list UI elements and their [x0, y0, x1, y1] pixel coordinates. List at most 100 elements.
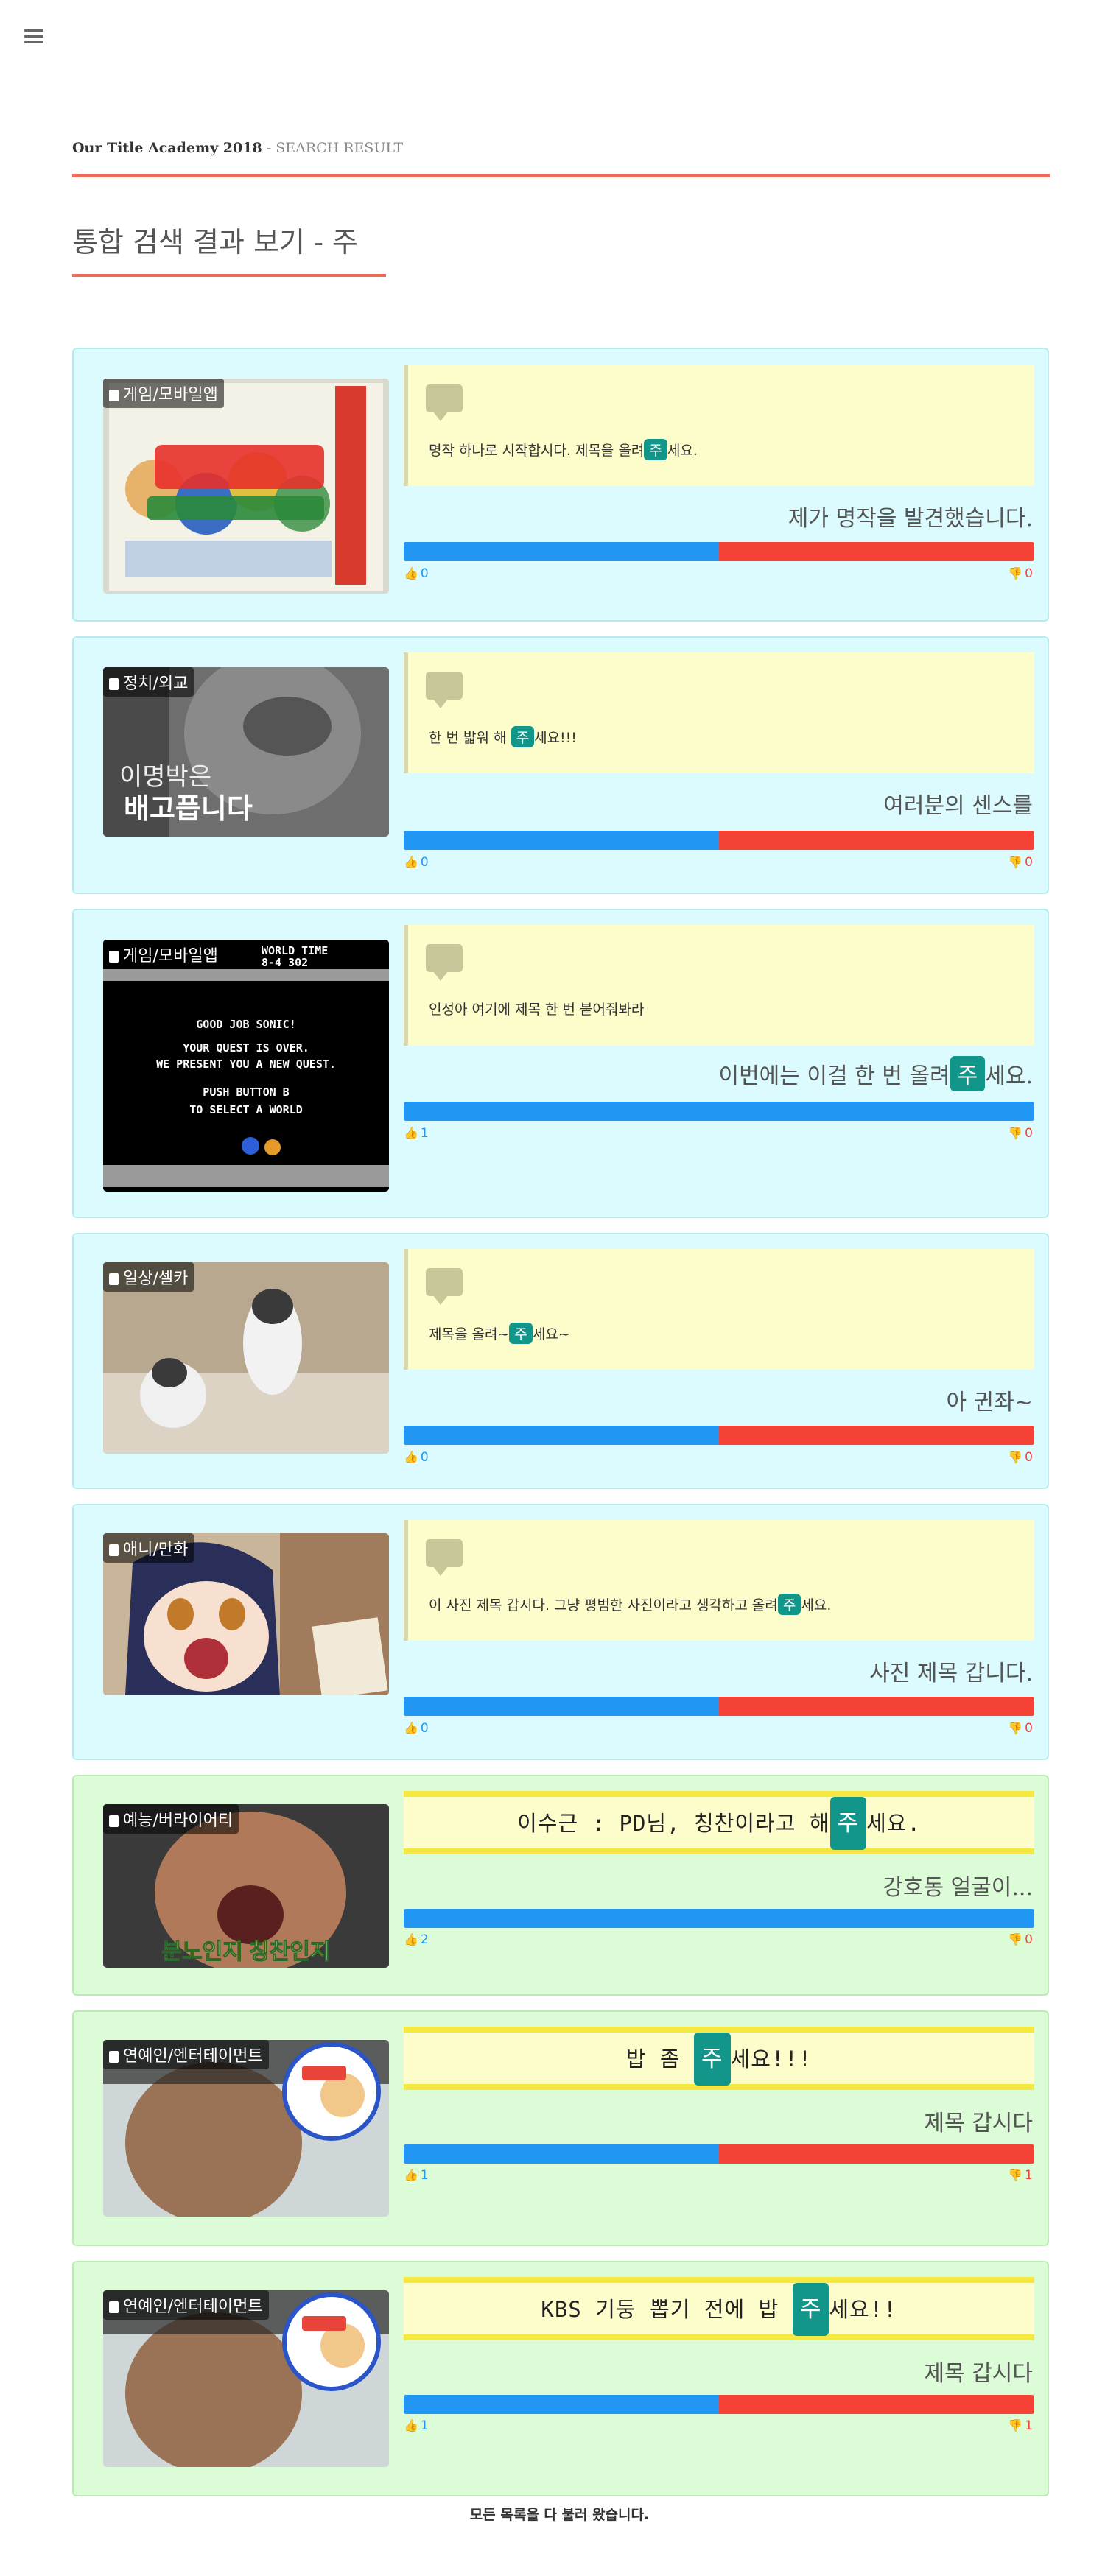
- thumbs-down-icon: 👎: [1008, 1932, 1023, 1946]
- dislike-count[interactable]: 👎 0: [1008, 1450, 1033, 1465]
- dislike-count[interactable]: 👎 0: [1008, 1721, 1033, 1736]
- thumbs-up-icon: 👍: [404, 1932, 418, 1946]
- book-icon: [109, 1815, 119, 1827]
- dislike-count[interactable]: 👎 1: [1008, 2418, 1033, 2433]
- thumbs-down-icon: 👎: [1008, 855, 1023, 869]
- like-count[interactable]: 👍 0: [404, 1450, 429, 1465]
- image-caption: 이명박은: [119, 763, 211, 791]
- book-icon: [109, 390, 119, 401]
- book-icon: [109, 1273, 119, 1285]
- book-icon: [109, 2051, 119, 2063]
- answer-title[interactable]: 강호동 얼굴이...: [883, 1869, 1033, 1901]
- vote-bar: [404, 542, 1034, 561]
- keyword-highlight: 주: [777, 1594, 801, 1615]
- brand-link[interactable]: Our Title Academy 2018: [72, 140, 262, 156]
- like-count[interactable]: 👍 0: [404, 855, 429, 870]
- svg-text:PUSH BUTTON B: PUSH BUTTON B: [203, 1085, 289, 1099]
- dislike-count[interactable]: 👎 0: [1008, 1932, 1033, 1947]
- book-icon: [109, 678, 119, 690]
- thumbs-down-icon: 👎: [1008, 2418, 1023, 2432]
- question-banner: KBS 기둥 뽑기 전에 밥 주 세요!!: [404, 2277, 1034, 2340]
- thumbs-up-icon: 👍: [404, 2418, 418, 2432]
- keyword-highlight: 주: [644, 439, 667, 460]
- thumbs-down-icon: 👎: [1008, 566, 1023, 580]
- comment-icon: [426, 1539, 463, 1576]
- result-card[interactable]: 연예인/엔터테이먼트 KBS 기둥 뽑기 전에 밥 주 세요!! 제목 갑시다 👍…: [72, 2261, 1049, 2496]
- question-text: 한 번 밟워 해 주 세요!!!: [429, 726, 577, 747]
- thumbs-up-icon: 👍: [404, 855, 418, 869]
- comment-icon: [426, 944, 463, 981]
- question-banner: 밥 좀 주 세요!!!: [404, 2027, 1034, 2090]
- answer-title[interactable]: 사진 제목 갑니다.: [869, 1655, 1033, 1687]
- dislike-count[interactable]: 👎 0: [1008, 1126, 1033, 1141]
- like-count[interactable]: 👍 2: [404, 1932, 429, 1947]
- answer-title[interactable]: 아 귄좌~: [947, 1384, 1033, 1416]
- like-count[interactable]: 👍 1: [404, 2418, 429, 2433]
- result-thumbnail[interactable]: WORLD TIME 8-4 302 GOOD JOB SONIC! YOUR …: [103, 940, 389, 1192]
- like-count[interactable]: 👍 1: [404, 1126, 429, 1141]
- category-tag[interactable]: 일상/셀카: [103, 1262, 194, 1292]
- svg-text:GOOD JOB SONIC!: GOOD JOB SONIC!: [196, 1018, 295, 1031]
- vote-bar: [404, 2395, 1034, 2414]
- page-title: 통합 검색 결과 보기 - 주: [72, 226, 358, 258]
- result-card[interactable]: 애니/만화 이 사진 제목 갑시다. 그냥 평범한 사진이라고 생각하고 올려 주…: [72, 1504, 1049, 1760]
- answer-title[interactable]: 제가 명작을 발견했습니다.: [788, 500, 1033, 532]
- answer-title[interactable]: 제목 갑시다: [924, 2355, 1033, 2387]
- question-quote: 한 번 밟워 해 주 세요!!!: [404, 652, 1034, 773]
- menu-icon[interactable]: [24, 29, 43, 44]
- result-thumbnail[interactable]: [103, 379, 389, 594]
- category-tag[interactable]: 예능/버라이어티: [103, 1804, 239, 1834]
- thumbs-down-icon: 👎: [1008, 1450, 1023, 1464]
- question-banner: 이수근 : PD님, 칭찬이라고 해 주 세요.: [404, 1791, 1034, 1854]
- thumbs-up-icon: 👍: [404, 1126, 418, 1140]
- category-tag[interactable]: 정치/외교: [103, 667, 194, 697]
- vote-bar: [404, 831, 1034, 850]
- comment-icon: [426, 1268, 463, 1305]
- answer-title[interactable]: 제목 갑시다: [924, 2105, 1033, 2137]
- breadcrumb-section: SEARCH RESULT: [276, 140, 404, 156]
- book-icon: [109, 2301, 119, 2313]
- result-card[interactable]: 게임/모바일앱 명작 하나로 시작합시다. 제목을 올려 주 세요. 제가 명작을 …: [72, 348, 1049, 622]
- category-tag[interactable]: 연예인/엔터테이먼트: [103, 2040, 269, 2069]
- keyword-highlight: 주: [792, 2283, 829, 2336]
- question-quote: 제목을 올려~ 주 세요~: [404, 1249, 1034, 1370]
- svg-text:YOUR QUEST IS OVER.: YOUR QUEST IS OVER.: [183, 1041, 309, 1055]
- question-quote: 이 사진 제목 갑시다. 그냥 평범한 사진이라고 생각하고 올려 주 세요.: [404, 1520, 1034, 1641]
- category-tag[interactable]: 게임/모바일앱: [103, 940, 224, 969]
- vote-bar: [404, 1909, 1034, 1928]
- image-caption: 배고픕니다: [124, 794, 253, 825]
- thumbs-down-icon: 👎: [1008, 1126, 1023, 1140]
- category-tag[interactable]: 연예인/엔터테이먼트: [103, 2290, 269, 2320]
- like-count[interactable]: 👍 0: [404, 566, 429, 581]
- svg-text:8-4 302: 8-4 302: [262, 956, 308, 969]
- keyword-highlight: 주: [509, 1323, 533, 1344]
- keyword-highlight: 주: [829, 1797, 867, 1850]
- result-card[interactable]: 일상/셀카 제목을 올려~ 주 세요~ 아 귄좌~ 👍 0 👎 0: [72, 1233, 1049, 1489]
- answer-title[interactable]: 이번에는 이걸 한 번 올려 주 세요.: [718, 1056, 1033, 1091]
- result-card[interactable]: 이명박은 배고픕니다 정치/외교 한 번 밟워 해 주 세요!!! 여러분의 센스…: [72, 636, 1049, 894]
- vote-bar: [404, 1697, 1034, 1716]
- thumbs-up-icon: 👍: [404, 1450, 418, 1464]
- thumbs-up-icon: 👍: [404, 2168, 418, 2182]
- result-card[interactable]: WORLD TIME 8-4 302 GOOD JOB SONIC! YOUR …: [72, 909, 1049, 1218]
- book-icon: [109, 1544, 119, 1556]
- dislike-count[interactable]: 👎 0: [1008, 566, 1033, 581]
- thumbs-down-icon: 👎: [1008, 1721, 1023, 1735]
- thumbs-up-icon: 👍: [404, 1721, 418, 1735]
- question-quote: 인성아 여기에 제목 한 번 붙어줘봐라: [404, 925, 1034, 1046]
- dislike-count[interactable]: 👎 1: [1008, 2168, 1033, 2183]
- question-text: 인성아 여기에 제목 한 번 붙어줘봐라: [429, 1002, 645, 1018]
- category-tag[interactable]: 게임/모바일앱: [103, 379, 224, 408]
- dislike-count[interactable]: 👎 0: [1008, 855, 1033, 870]
- like-count[interactable]: 👍 0: [404, 1721, 429, 1736]
- svg-text:TO SELECT A WORLD: TO SELECT A WORLD: [189, 1103, 303, 1116]
- category-tag[interactable]: 애니/만화: [103, 1533, 194, 1563]
- comment-icon: [426, 384, 463, 421]
- vote-bar: [404, 1102, 1034, 1121]
- result-card[interactable]: 분노인지 칭찬인지 예능/버라이어티 이수근 : PD님, 칭찬이라고 해 주 세요…: [72, 1775, 1049, 1996]
- answer-title[interactable]: 여러분의 센스를: [883, 787, 1033, 820]
- like-count[interactable]: 👍 1: [404, 2168, 429, 2183]
- breadcrumb: Our Title Academy 2018 - SEARCH RESULT: [72, 140, 1050, 156]
- vote-bar: [404, 2144, 1034, 2164]
- result-card[interactable]: 연예인/엔터테이먼트 밥 좀 주 세요!!! 제목 갑시다 👍 1 👎 1: [72, 2010, 1049, 2246]
